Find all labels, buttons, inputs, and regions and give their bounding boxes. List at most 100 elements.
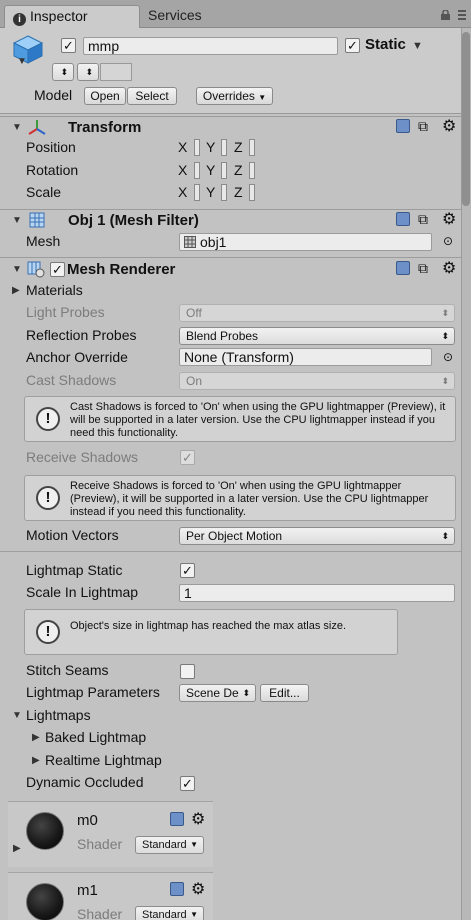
lightmap-parameters-dropdown[interactable]: Scene De ⬍ [179, 684, 256, 702]
lightmaps-label[interactable]: Lightmaps [26, 706, 91, 724]
lightmap-separator [0, 551, 461, 552]
scrollbar-thumb[interactable] [462, 32, 470, 206]
material-m1-shader-dropdown[interactable]: Standard ▼ [135, 906, 204, 920]
material-m0-help-book-icon[interactable] [170, 812, 184, 826]
scale-y-label: Y [206, 184, 216, 200]
position-z-field[interactable] [249, 139, 255, 156]
cast-shadows-dropdown[interactable]: On ⬍ [179, 372, 455, 390]
lock-icon[interactable] [440, 10, 451, 20]
transform-foldout-icon[interactable]: ▼ [12, 122, 22, 133]
scale-fields: X Y Z [178, 183, 255, 201]
material-m0-gear-icon[interactable]: ⚙ [191, 809, 205, 829]
position-label: Position [26, 139, 76, 155]
motion-vectors-label: Motion Vectors [26, 527, 119, 543]
receive-shadows-checkbox[interactable]: ✓ [180, 450, 195, 465]
mesh-field[interactable]: obj1 [179, 233, 432, 251]
light-probes-arrow-icon: ⬍ [441, 308, 449, 318]
rotation-z-field[interactable] [249, 162, 255, 179]
material-m0-shader-dropdown[interactable]: Standard ▼ [135, 836, 204, 854]
mesh-renderer-foldout-icon[interactable]: ▼ [12, 264, 22, 275]
rotation-y-field[interactable] [221, 162, 227, 179]
stitch-seams-checkbox[interactable] [180, 664, 195, 679]
icon-picker-dropdown-icon[interactable]: ▼ [17, 56, 27, 67]
baked-lightmap-label[interactable]: Baked Lightmap [45, 728, 146, 746]
position-x-field[interactable] [194, 139, 200, 156]
realtime-lightmap-foldout-icon[interactable]: ▶ [32, 755, 40, 766]
material-sphere-icon [26, 812, 64, 850]
dynamic-occluded-checkbox[interactable]: ✓ [180, 776, 195, 791]
light-probes-dropdown[interactable]: Off ⬍ [179, 304, 455, 322]
layer-field-rest[interactable] [100, 63, 132, 81]
select-button[interactable]: Select [127, 87, 177, 105]
lightmap-static-checkbox[interactable]: ✓ [180, 563, 195, 578]
rotation-x-field[interactable] [194, 162, 200, 179]
active-checkbox[interactable]: ✓ [61, 38, 76, 53]
layer-dropdown[interactable]: ⬍ [77, 63, 99, 81]
mesh-renderer-enabled-checkbox[interactable]: ✓ [50, 262, 65, 277]
mesh-object-picker-icon[interactable]: ⊙ [443, 234, 453, 248]
transform-gear-icon[interactable]: ⚙ [442, 116, 456, 136]
rotation-y-label: Y [206, 162, 216, 178]
material-m1-shader-label: Shader [77, 906, 123, 920]
name-field[interactable]: mmp [83, 37, 338, 55]
overrides-label: Overrides [202, 89, 255, 103]
dynamic-occluded-label: Dynamic Occluded [26, 774, 144, 790]
material-m1-shader-value: Standard [142, 909, 187, 920]
mesh-renderer-presets-sliders-icon[interactable]: ⧉ [418, 260, 428, 277]
scale-x-field[interactable] [194, 184, 200, 201]
scale-x-label: X [178, 184, 188, 200]
transform-presets-sliders-icon[interactable]: ⧉ [418, 118, 428, 135]
lightmap-parameters-arrow-icon: ⬍ [242, 688, 250, 698]
material-m0-shader-arrow-icon: ▼ [190, 840, 198, 849]
baked-lightmap-foldout-icon[interactable]: ▶ [32, 732, 40, 743]
anchor-object-picker-icon[interactable]: ⊙ [443, 350, 453, 364]
lightmap-parameters-value: Scene De [186, 686, 239, 700]
material-m0-foldout-icon[interactable]: ▶ [13, 843, 21, 854]
mesh-renderer-gear-icon[interactable]: ⚙ [442, 258, 456, 278]
stitch-seams-label: Stitch Seams [26, 662, 109, 678]
tab-services[interactable]: Services [140, 5, 280, 28]
light-probes-label: Light Probes [26, 304, 105, 320]
open-button[interactable]: Open [84, 87, 126, 105]
static-dropdown-icon[interactable]: ▼ [412, 40, 423, 52]
tab-services-label: Services [148, 7, 202, 23]
static-checkbox[interactable]: ✓ [345, 38, 360, 53]
transform-help-book-icon[interactable] [396, 119, 410, 133]
tag-dropdown[interactable]: ⬍ [52, 63, 74, 81]
lightmaps-foldout-icon[interactable]: ▼ [12, 710, 22, 721]
cast-shadows-info-circle-icon: ! [36, 407, 60, 431]
mesh-renderer-help-book-icon[interactable] [396, 261, 410, 275]
static-label: Static [365, 36, 406, 53]
reflection-probes-dropdown[interactable]: Blend Probes ⬍ [179, 327, 455, 345]
material-m1-gear-icon[interactable]: ⚙ [191, 879, 205, 899]
anchor-override-field[interactable]: None (Transform) [179, 348, 432, 366]
receive-shadows-help-box: Receive Shadows is forced to 'On' when u… [24, 475, 456, 521]
edit-button[interactable]: Edit... [260, 684, 309, 702]
rotation-x-label: X [178, 162, 188, 178]
overrides-button[interactable]: Overrides ▼ [196, 87, 273, 105]
scale-in-lightmap-label: Scale In Lightmap [26, 584, 139, 600]
transform-axes-icon [28, 120, 46, 135]
scale-z-field[interactable] [249, 184, 255, 201]
material-m1-help-book-icon[interactable] [170, 882, 184, 896]
materials-label[interactable]: Materials [26, 281, 83, 299]
mesh-filter-foldout-icon[interactable]: ▼ [12, 215, 22, 226]
scale-y-field[interactable] [221, 184, 227, 201]
mesh-filter-presets-sliders-icon[interactable]: ⧉ [418, 211, 428, 228]
menu-icon[interactable] [457, 9, 467, 21]
tab-inspector[interactable]: i Inspector [4, 5, 140, 28]
reflection-probes-label: Reflection Probes [26, 327, 137, 343]
position-y-field[interactable] [221, 139, 227, 156]
size-help-box: Object's size in lightmap has reached th… [24, 609, 398, 655]
position-y-label: Y [206, 139, 216, 155]
material-m0-shader-value: Standard [142, 839, 187, 851]
model-label: Model [34, 87, 73, 103]
cast-shadows-value: On [186, 374, 203, 388]
motion-vectors-dropdown[interactable]: Per Object Motion ⬍ [179, 527, 455, 545]
materials-foldout-icon[interactable]: ▶ [12, 285, 20, 296]
mesh-filter-grid-icon [29, 212, 45, 228]
mesh-filter-help-book-icon[interactable] [396, 212, 410, 226]
scale-in-lightmap-field[interactable]: 1 [179, 584, 455, 602]
mesh-filter-gear-icon[interactable]: ⚙ [442, 209, 456, 229]
realtime-lightmap-label[interactable]: Realtime Lightmap [45, 751, 162, 769]
